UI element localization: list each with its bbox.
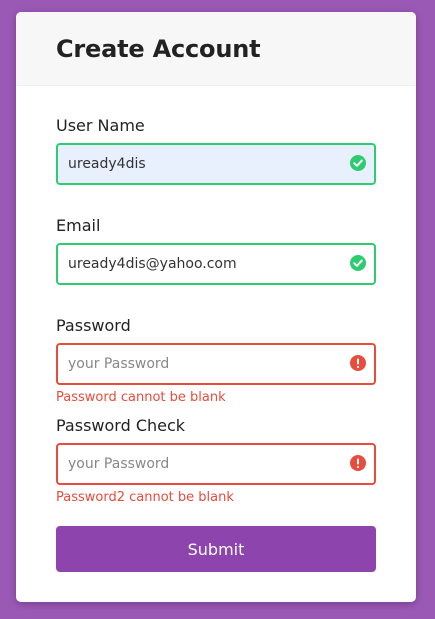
password-input[interactable]	[58, 345, 374, 383]
email-input[interactable]	[58, 245, 374, 283]
password-field-wrapper	[56, 343, 376, 385]
username-input[interactable]	[58, 145, 374, 183]
username-field-wrapper	[56, 143, 376, 185]
password-check-error-message: Password2 cannot be blank	[56, 490, 234, 505]
create-account-card: Create Account User Name Email Password …	[16, 12, 416, 602]
password-check-input[interactable]	[58, 445, 374, 483]
exclamation-circle-icon	[350, 455, 366, 471]
password-label: Password	[56, 316, 131, 335]
check-circle-icon	[350, 155, 366, 171]
page-title: Create Account	[56, 35, 261, 63]
password-check-label: Password Check	[56, 416, 186, 435]
password-check-field-wrapper	[56, 443, 376, 485]
submit-button[interactable]: Submit	[56, 526, 376, 572]
password-error-message: Password cannot be blank	[56, 390, 226, 405]
card-header: Create Account	[16, 12, 416, 86]
username-label: User Name	[56, 116, 145, 135]
exclamation-circle-icon	[350, 355, 366, 371]
email-label: Email	[56, 216, 101, 235]
email-field-wrapper	[56, 243, 376, 285]
check-circle-icon	[350, 255, 366, 271]
